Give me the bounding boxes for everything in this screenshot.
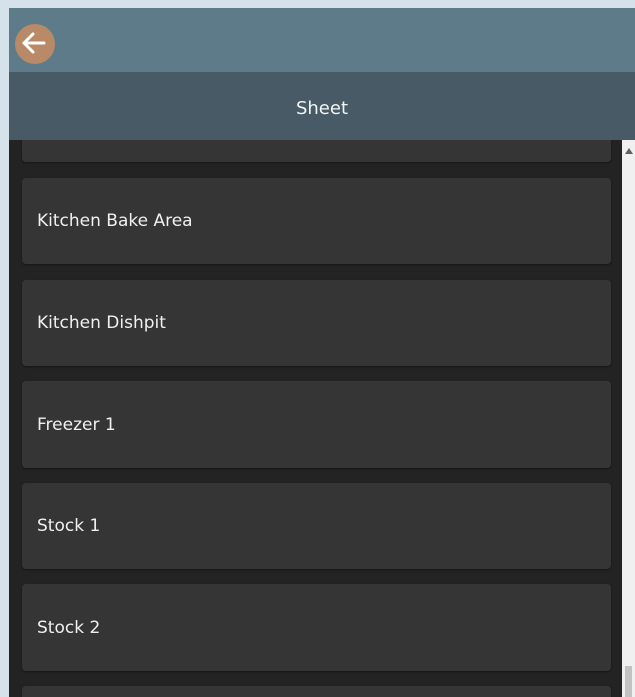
list-item-label: Stock 2 xyxy=(37,617,101,638)
scroll-up-arrow-icon[interactable] xyxy=(625,148,633,154)
list-item-label: Stock 1 xyxy=(37,516,101,536)
list-item-label: Freezer 1 xyxy=(37,414,116,435)
list-item-label: Kitchen Dishpit xyxy=(37,313,166,333)
arrow-left-icon xyxy=(22,32,46,54)
list-item[interactable] xyxy=(22,686,611,697)
scrollbar-thumb[interactable] xyxy=(625,666,632,697)
title-bar xyxy=(9,8,635,72)
sheet-list: Kitchen Bake Area Kitchen Dishpit Freeze… xyxy=(9,140,622,697)
list-item-stock-1[interactable]: Stock 1 xyxy=(22,483,611,569)
list-item-freezer-1[interactable]: Freezer 1 xyxy=(22,381,611,468)
page-title: Sheet xyxy=(295,97,349,119)
list-item[interactable] xyxy=(22,140,611,162)
list-item-kitchen-bake-area[interactable]: Kitchen Bake Area xyxy=(22,178,611,264)
vertical-scrollbar[interactable] xyxy=(622,140,635,697)
list-item-label: Kitchen Bake Area xyxy=(37,211,193,231)
app-window: Sheet Kitchen Bake Area Kitchen Dishpit … xyxy=(9,8,635,697)
back-button[interactable] xyxy=(15,24,55,64)
list-item-kitchen-dishpit[interactable]: Kitchen Dishpit xyxy=(22,280,611,366)
page-header: Sheet xyxy=(9,72,635,140)
list-item-stock-2[interactable]: Stock 2 xyxy=(22,584,611,671)
